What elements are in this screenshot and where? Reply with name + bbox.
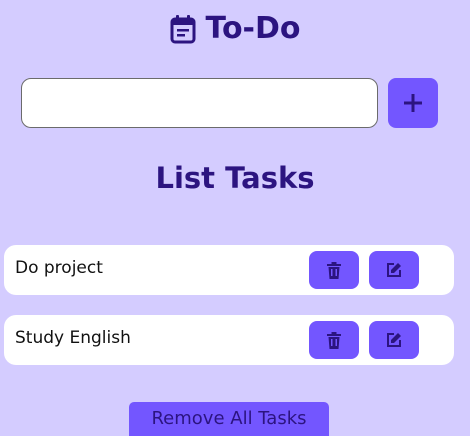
edit-task-button[interactable] xyxy=(369,321,419,359)
calendar-icon xyxy=(169,13,197,45)
task-text: Do project xyxy=(15,258,103,278)
task-item: Do project xyxy=(4,245,454,295)
edit-icon xyxy=(386,332,402,348)
remove-all-tasks-button[interactable]: Remove All Tasks xyxy=(129,402,329,436)
edit-icon xyxy=(386,262,402,278)
task-text: Study English xyxy=(15,328,131,348)
trash-icon xyxy=(327,331,341,349)
delete-task-button[interactable] xyxy=(309,251,359,289)
delete-task-button[interactable] xyxy=(309,321,359,359)
trash-icon xyxy=(327,261,341,279)
task-input[interactable] xyxy=(21,78,378,128)
add-task-button[interactable] xyxy=(388,78,438,128)
app-header: To-Do xyxy=(0,8,470,50)
edit-task-button[interactable] xyxy=(369,251,419,289)
task-item: Study English xyxy=(4,315,454,365)
list-tasks-heading: List Tasks xyxy=(155,161,315,195)
plus-icon xyxy=(402,92,424,114)
app-title: To-Do xyxy=(205,11,301,46)
